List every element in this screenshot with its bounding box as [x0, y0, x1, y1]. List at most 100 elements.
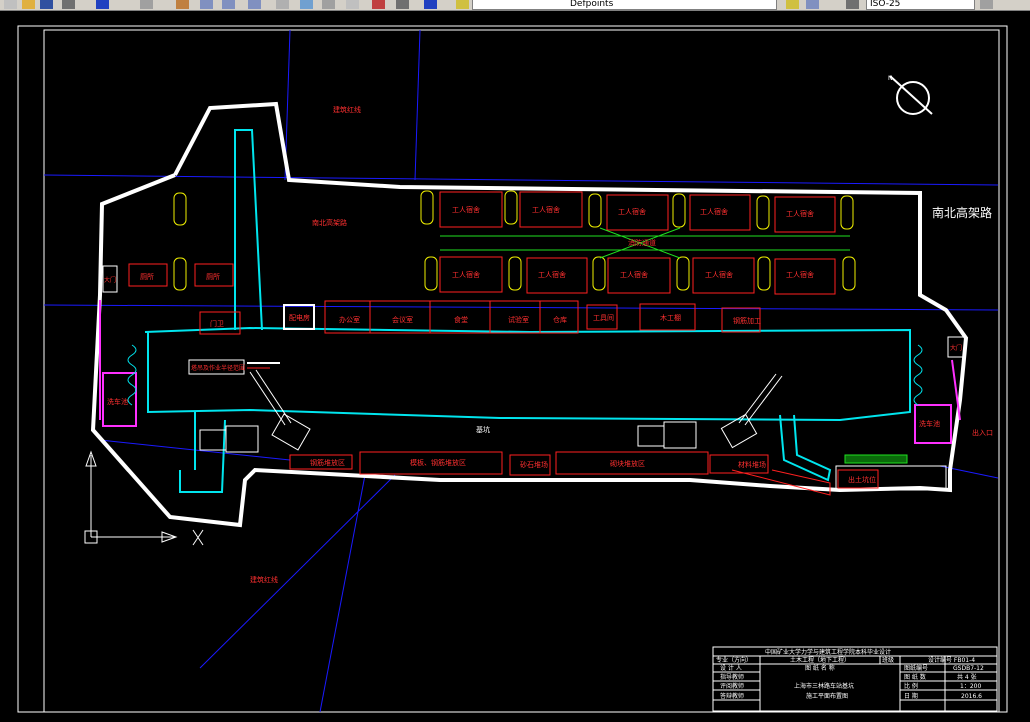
style-combo[interactable]: ISO-25 — [866, 0, 975, 10]
dump-label: 出土坑位 — [848, 475, 876, 484]
print-icon[interactable] — [62, 0, 75, 9]
tb-r5c1: 答辩教师 — [720, 692, 744, 700]
material-yard-label: 材料堆场 — [738, 460, 766, 469]
rebar-storage-label: 钢筋堆放区 — [310, 458, 345, 467]
canteen-label: 食堂 — [454, 315, 468, 324]
dorm-label: 工人宿舍 — [452, 270, 480, 279]
north-area-label: 南北高架路 — [312, 218, 347, 227]
tool-palette-icon[interactable] — [322, 0, 335, 9]
crossing-label: 消防通道 — [628, 238, 656, 247]
pit-label: 基坑 — [476, 425, 490, 434]
car-wash-right: 洗车池 — [919, 419, 940, 428]
dorm-label: 工人宿舍 — [618, 207, 646, 216]
dorm-label: 工人宿舍 — [705, 270, 733, 279]
tb-drawing-name-1: 上海市三林路车站基坑 — [794, 682, 854, 690]
boundary-top-label: 建筑红线 — [333, 105, 361, 114]
tb-header: 中国矿业大学力学与建筑工程学院本科毕业设计 — [765, 648, 891, 656]
toilet-label: 厕所 — [140, 272, 154, 281]
south-storage — [289, 451, 831, 496]
dorm-label: 工人宿舍 — [700, 207, 728, 216]
tb-r1c2: 土木工程（地下工程） — [790, 656, 850, 664]
tb-r3c1: 指导教师 — [720, 673, 744, 681]
calculator-icon[interactable] — [396, 0, 409, 9]
table-style-icon[interactable] — [980, 0, 993, 9]
green-hatch — [844, 454, 908, 464]
pan-icon[interactable] — [176, 0, 189, 9]
tb-r4c4: 1：200 — [960, 683, 981, 690]
car-wash-left: 洗车池 — [107, 397, 128, 406]
formwork-storage-label: 模板、钢筋堆放区 — [410, 458, 466, 467]
tb-r2c2: 图 纸 名 称 — [805, 664, 835, 672]
tb-r2c1: 设 计 人 — [720, 664, 742, 672]
save-icon[interactable] — [40, 0, 53, 9]
open-icon[interactable] — [22, 0, 35, 9]
lab-label: 试验室 — [508, 315, 529, 324]
flag-label: 塔吊及作业半径范围 — [191, 364, 245, 372]
new-icon[interactable] — [4, 0, 17, 9]
trucks — [199, 421, 697, 453]
layer-combo-value: Defpoints — [570, 0, 614, 9]
tb-r5c4: 2016.6 — [961, 693, 982, 700]
tb-r1c1: 专业（方向） — [716, 656, 752, 664]
layer-previous-icon[interactable] — [786, 0, 799, 9]
gate2-label: 大门 — [950, 344, 962, 352]
linetype-icon[interactable] — [846, 0, 859, 9]
north-letter: N — [888, 75, 893, 82]
power-label: 配电房 — [289, 313, 310, 322]
properties-icon[interactable] — [276, 0, 289, 9]
road-lines — [43, 29, 999, 713]
exit-label: 出入口 — [972, 428, 993, 437]
tb-r3c4: 共 4 张 — [957, 673, 977, 681]
toolbar: Defpoints ISO-25 — [0, 0, 1030, 11]
block-storage-label: 砌块堆放区 — [610, 459, 645, 468]
north-arrow-icon — [889, 75, 933, 115]
dorm-label: 工人宿舍 — [786, 209, 814, 218]
help-icon[interactable] — [424, 0, 437, 9]
meeting-label: 会议室 — [392, 315, 413, 324]
drawing-svg: 洗车池 洗车池 工人宿舍 工人宿舍 工人宿舍 工人宿舍 工人宿舍 工人宿舍 工人… — [17, 25, 1008, 713]
south-area-label: 建筑红线 — [250, 575, 278, 584]
road-label: 南北高架路 — [932, 205, 992, 220]
drawing-canvas[interactable]: 洗车池 洗车池 工人宿舍 工人宿舍 工人宿舍 工人宿舍 工人宿舍 工人宿舍 工人… — [0, 11, 1030, 718]
style-combo-value: ISO-25 — [870, 0, 901, 9]
site-road — [144, 129, 911, 493]
redo-icon[interactable] — [140, 0, 153, 9]
tools-label: 工具间 — [593, 314, 614, 322]
layer-manager-icon[interactable] — [456, 0, 469, 9]
gate-label: 大门 — [104, 276, 116, 284]
tb-r1c3: 班级 — [882, 656, 894, 664]
tb-drawing-name-2: 施工平面布置图 — [806, 692, 848, 700]
outer-frame — [17, 25, 1008, 713]
ucs-icon — [84, 450, 204, 546]
guard-label: 门卫 — [210, 319, 224, 328]
dorm-label: 工人宿舍 — [532, 205, 560, 214]
wavy-gates — [127, 344, 923, 406]
sheet-set-icon[interactable] — [346, 0, 359, 9]
design-center-icon[interactable] — [300, 0, 313, 9]
markup-icon[interactable] — [372, 0, 385, 9]
toilet2-label: 厕所 — [206, 272, 220, 281]
match-properties-icon[interactable] — [806, 0, 819, 9]
parked-vehicles — [173, 190, 856, 291]
zoom-realtime-icon[interactable] — [200, 0, 213, 9]
zoom-previous-icon[interactable] — [248, 0, 261, 9]
tb-r2c3: 图纸编号 — [904, 664, 928, 672]
storage-label: 仓库 — [553, 315, 567, 324]
crane-right — [720, 373, 783, 449]
dorm-label: 工人宿舍 — [538, 270, 566, 279]
office-label: 办公室 — [339, 315, 360, 324]
tb-r2c4: GSDB7-12 — [953, 665, 984, 672]
rebar-shed-label: 钢筋加工 — [733, 316, 761, 325]
sand-storage-label: 砂石堆场 — [520, 460, 548, 469]
inner-frame — [43, 29, 1000, 713]
undo-icon[interactable] — [96, 0, 109, 9]
tb-r4c3: 比 例 — [904, 682, 918, 690]
tb-r1c4: 设计编号 FB01-4 — [928, 656, 975, 664]
layer-combo[interactable]: Defpoints — [472, 0, 777, 10]
tb-r4c1: 评阅教师 — [720, 682, 744, 690]
tb-r3c3: 图 纸 数 — [904, 673, 926, 681]
zoom-window-icon[interactable] — [222, 0, 235, 9]
dorm-label: 工人宿舍 — [620, 270, 648, 279]
dorm-label: 工人宿舍 — [786, 270, 814, 279]
dorm-label: 工人宿舍 — [452, 205, 480, 214]
